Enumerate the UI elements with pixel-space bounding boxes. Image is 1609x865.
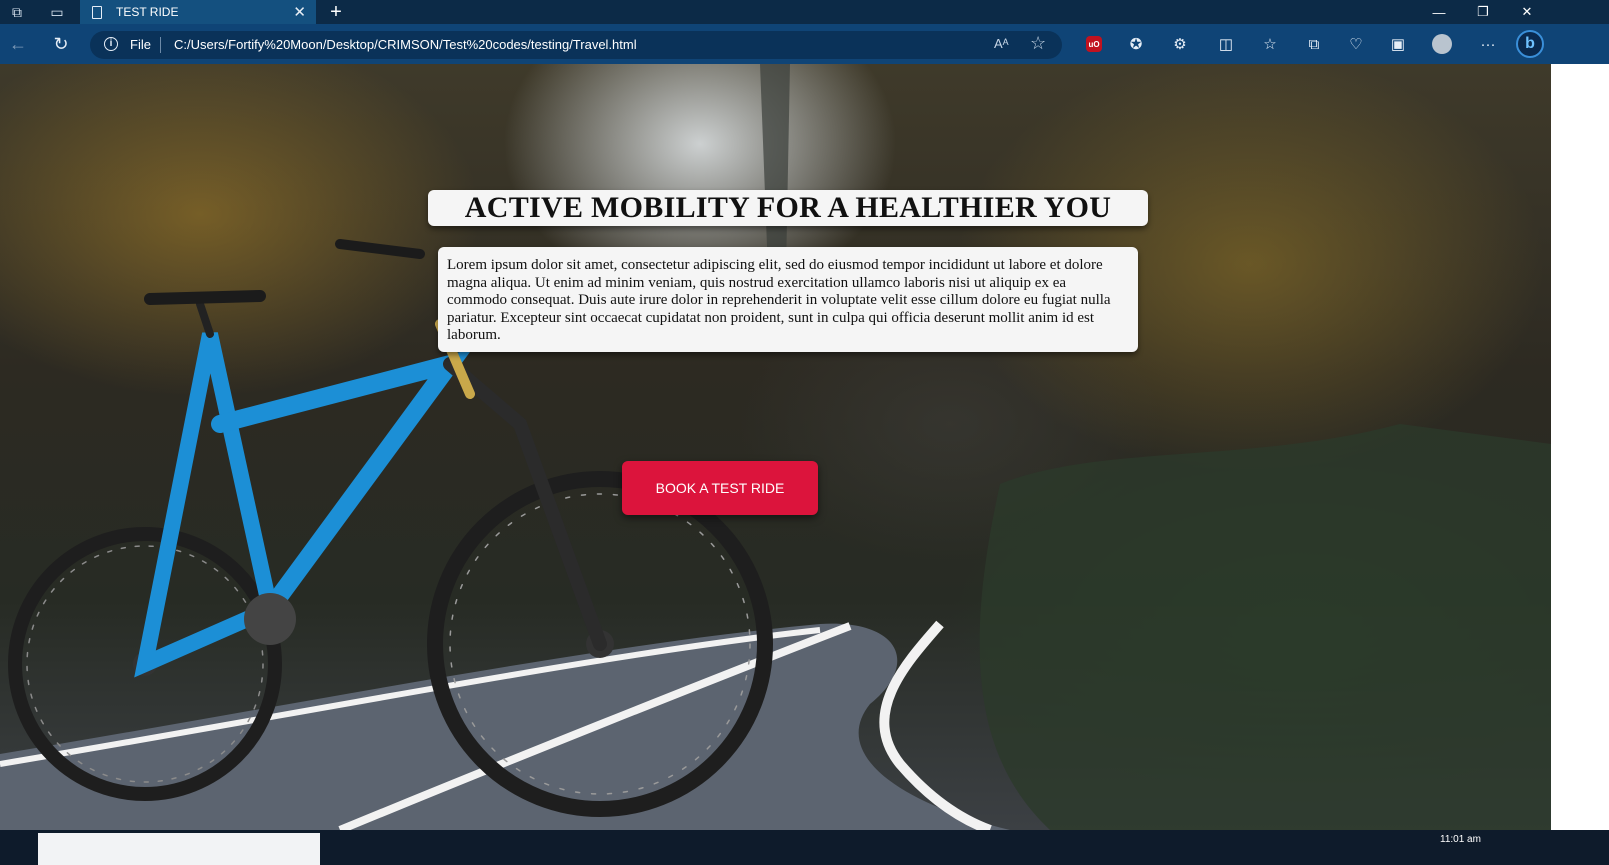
url-text[interactable]: C:/Users/Fortify%20Moon/Desktop/CRIMSON/…: [174, 37, 637, 52]
collections-icon[interactable]: ⧉: [1302, 32, 1326, 56]
address-divider: [160, 37, 161, 53]
close-window-icon[interactable]: ✕: [1506, 0, 1548, 24]
minimize-icon[interactable]: —: [1418, 0, 1460, 24]
split-screen-icon[interactable]: ◫: [1214, 32, 1238, 56]
background-scene: [0, 64, 1551, 830]
scheme-label: File: [130, 37, 151, 52]
document-icon: [92, 5, 102, 19]
info-icon[interactable]: i: [104, 37, 118, 51]
close-tab-icon[interactable]: ✕: [293, 3, 306, 21]
tab-actions-icon[interactable]: ▭: [42, 0, 72, 24]
address-bar[interactable]: i File C:/Users/Fortify%20Moon/Desktop/C…: [90, 31, 1062, 59]
extension-icon[interactable]: ✪: [1124, 32, 1148, 56]
read-aloud-icon[interactable]: Aᴬ: [994, 36, 1009, 51]
scrollbar-track[interactable]: [1551, 64, 1609, 830]
profile-avatar-icon[interactable]: [1430, 32, 1454, 56]
ublock-icon[interactable]: uO: [1082, 32, 1106, 56]
page-headline: ACTIVE MOBILITY FOR A HEALTHIER YOU: [428, 190, 1148, 226]
puzzle-icon[interactable]: ⚙: [1168, 32, 1192, 56]
favorites-icon[interactable]: ☆: [1258, 32, 1282, 56]
tab-title: TEST RIDE: [116, 5, 179, 19]
favorite-star-icon[interactable]: ☆: [1030, 33, 1046, 54]
page-viewport: ACTIVE MOBILITY FOR A HEALTHIER YOU Lore…: [0, 64, 1551, 830]
taskbar-search-box[interactable]: [38, 833, 320, 865]
restore-icon[interactable]: ❐: [1462, 0, 1504, 24]
workspaces-icon[interactable]: ⧉: [2, 0, 32, 24]
taskbar-clock: 11:01 am: [1440, 834, 1481, 845]
tab-strip: ⧉ ▭ TEST RIDE ✕ + — ❐ ✕: [0, 0, 1609, 24]
refresh-icon[interactable]: ↻: [43, 24, 79, 64]
back-icon[interactable]: ←: [0, 24, 36, 64]
performance-icon[interactable]: ♡: [1344, 32, 1368, 56]
foliage: [979, 424, 1551, 830]
description-card: Lorem ipsum dolor sit amet, consectetur …: [438, 247, 1138, 352]
taskbar: 11:01 am: [0, 830, 1609, 865]
bing-icon[interactable]: b: [1516, 30, 1544, 58]
new-tab-button[interactable]: +: [324, 0, 348, 24]
book-test-ride-button[interactable]: BOOK A TEST RIDE: [622, 461, 818, 515]
tab-test-ride[interactable]: TEST RIDE ✕: [80, 0, 316, 24]
navigation-bar: ← ↻ i File C:/Users/Fortify%20Moon/Deskt…: [0, 24, 1609, 64]
edge-bar-icon[interactable]: ▣: [1386, 32, 1410, 56]
more-icon[interactable]: ···: [1476, 32, 1500, 56]
